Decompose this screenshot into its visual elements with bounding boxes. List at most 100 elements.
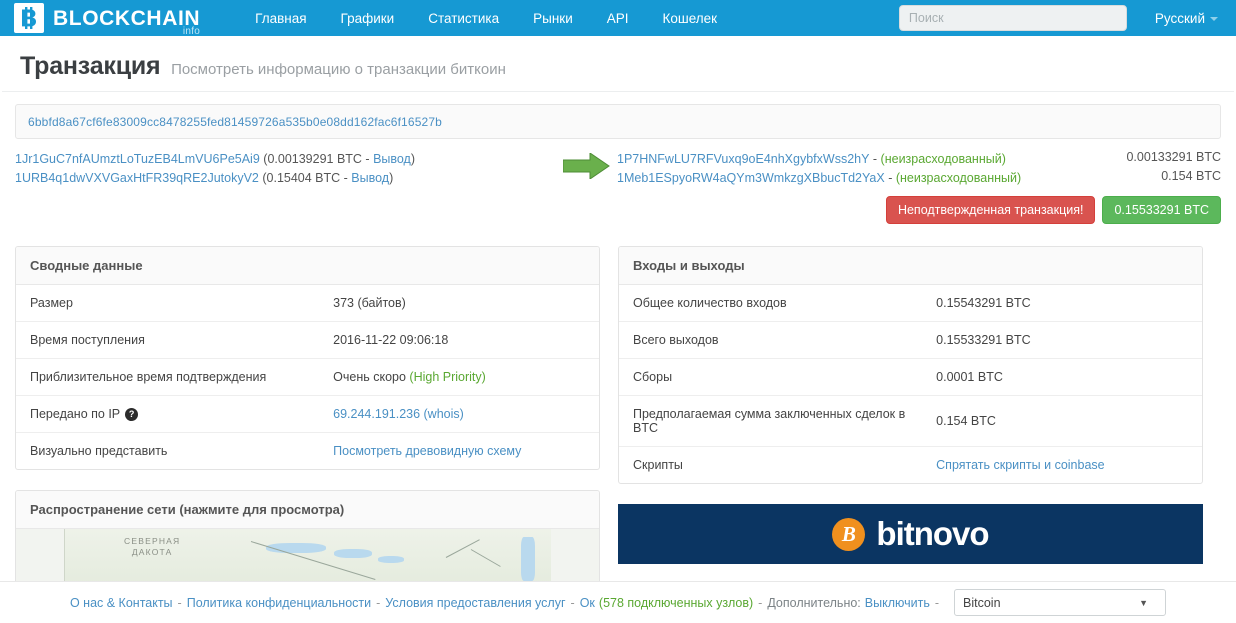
row-value: 373 (байтов) <box>319 285 599 322</box>
table-row: Размер 373 (байтов) <box>16 285 599 322</box>
bitcoin-logo-icon <box>14 3 44 33</box>
summary-panel-title: Сводные данные <box>16 247 599 285</box>
footer-privacy-link[interactable]: Политика конфиденциальности <box>187 596 371 610</box>
search-input[interactable] <box>898 5 1127 31</box>
language-label: Русский <box>1154 10 1205 26</box>
network-map-title: Распространение сети (нажмите для просмо… <box>16 491 599 530</box>
input-amount: 0.00139291 BTC <box>267 152 362 166</box>
nav-item-charts[interactable]: Графики <box>324 11 412 26</box>
output-amount: 0.154 BTC <box>1161 169 1221 183</box>
nav-links: Главная Графики Статистика Рынки API Кош… <box>238 11 734 26</box>
nav-item-markets[interactable]: Рынки <box>516 11 590 26</box>
output-row: 1Meb1ESpyoRW4aQYm3WmkzgXBbucTd2YaX - (не… <box>617 169 1221 188</box>
brand-subtitle: info <box>182 25 201 37</box>
table-row: Приблизительное время подтверждения Очен… <box>16 358 599 396</box>
row-label: Размер <box>16 285 320 322</box>
footer-separator: - <box>177 595 182 610</box>
table-row: Предполагаемая сумма заключенных сделок … <box>619 395 1202 447</box>
row-label: Визуально представить <box>30 444 168 459</box>
table-row: Общее количество входов 0.15543291 BTC <box>619 285 1202 322</box>
left-column: Сводные данные Размер 373 (байтов) Время… <box>15 246 600 591</box>
input-action-link[interactable]: Вывод <box>351 171 389 185</box>
toggle-scripts-link[interactable]: Спрятать скрипты и coinbase <box>936 458 1104 472</box>
input-row: 1Jr1GuC7nfAUmztLoTuzEB4LmVU6Pe5Ai9 (0.00… <box>15 150 555 169</box>
nav-item-wallet[interactable]: Кошелек <box>646 11 735 26</box>
row-value: Посмотреть древовидную схему <box>319 433 599 469</box>
row-value: Очень скоро (High Priority) <box>319 358 599 396</box>
inputs-outputs-panel: Входы и выходы Общее количество входов 0… <box>618 246 1203 484</box>
map-water-body <box>521 537 535 582</box>
row-label: Передано по IP? <box>16 395 320 434</box>
input-address-link[interactable]: 1URB4q1dwVXVGaxHtFR39qRE2JutokyV2 <box>15 169 259 188</box>
ad-brand-name: bitnovo <box>876 515 989 552</box>
output-amount: 0.00133291 BTC <box>1126 150 1221 164</box>
unconfirmed-transaction-badge[interactable]: Неподтвержденная транзакция! <box>885 196 1096 224</box>
row-label: Сборы <box>619 358 923 396</box>
connected-nodes-count: (578 подключенных узлов) <box>598 595 754 610</box>
output-address-link[interactable]: 1P7HNFwLU7RFVuxq9oE4nhXgybfxWss2hY <box>617 150 869 169</box>
bitcoin-coin-icon: B <box>832 517 866 551</box>
table-row: Скрипты Спрятать скрипты и coinbase <box>619 447 1202 484</box>
right-column: Входы и выходы Общее количество входов 0… <box>618 246 1203 590</box>
brand-name: BLOCKCHAIN <box>53 6 201 30</box>
transaction-hash-bar: 6bbfd8a67cf6fe83009cc8478255fed81459726a… <box>15 104 1221 139</box>
footer-terms-link[interactable]: Условия предоставления услуг <box>385 596 565 610</box>
map-water-body <box>334 549 372 559</box>
flow-arrow <box>555 148 617 220</box>
page-title: Транзакция <box>20 52 161 80</box>
output-meta: - (неизрасходованный) <box>869 152 1006 166</box>
relayed-by-label: Передано по IP <box>30 407 121 421</box>
page-subtitle: Посмотреть информацию о транзакции битко… <box>171 61 506 78</box>
currency-select[interactable]: Bitcoin <box>954 589 1167 616</box>
input-address-link[interactable]: 1Jr1GuC7nfAUmztLoTuzEB4LmVU6Pe5Ai9 <box>15 150 260 169</box>
input-amount: 0.15404 BTC <box>266 171 341 185</box>
language-selector[interactable]: Русский <box>1155 11 1218 26</box>
chevron-down-icon <box>1210 16 1218 21</box>
detail-panels: Сводные данные Размер 373 (байтов) Время… <box>15 246 1221 591</box>
nav-item-api[interactable]: API <box>590 11 646 26</box>
input-meta: (0.00139291 BTC - Вывод) <box>259 152 416 166</box>
summary-panel: Сводные данные Размер 373 (байтов) Время… <box>15 246 600 471</box>
row-value: 69.244.191.236 (whois) <box>319 395 599 434</box>
output-status: (неизрасходованный) <box>880 152 1006 166</box>
green-arrow-right-icon <box>562 153 610 179</box>
footer-more-label: Дополнительно: <box>767 595 861 610</box>
row-value: 0.0001 BTC <box>922 358 1202 396</box>
confirmation-time-text: Очень скоро <box>333 370 410 384</box>
tree-chart-link[interactable]: Посмотреть древовидную схему <box>333 444 521 458</box>
inputs-list: 1Jr1GuC7nfAUmztLoTuzEB4LmVU6Pe5Ai9 (0.00… <box>15 148 555 220</box>
output-address-link[interactable]: 1Meb1ESpyoRW4aQYm3WmkzgXBbucTd2YaX <box>617 169 885 188</box>
nav-item-stats[interactable]: Статистика <box>411 11 516 26</box>
row-label: Приблизительное время подтверждения <box>16 358 320 396</box>
map-water-body <box>378 556 404 564</box>
navbar-right: Русский <box>898 5 1222 31</box>
output-status: (неизрасходованный) <box>895 171 1022 185</box>
map-region-line2: ДАКОТА <box>131 547 173 558</box>
total-amount-badge[interactable]: 0.15533291 BTC <box>1102 196 1221 224</box>
footer-separator: - <box>758 595 763 610</box>
table-row: Сборы 0.0001 BTC <box>619 358 1202 396</box>
inputs-outputs-row: 1Jr1GuC7nfAUmztLoTuzEB4LmVU6Pe5Ai9 (0.00… <box>15 148 1221 224</box>
row-value: 0.15543291 BTC <box>922 285 1202 322</box>
relay-ip-link[interactable]: 69.244.191.236 (whois) <box>333 407 464 421</box>
footer-about-link[interactable]: О нас & Контакты <box>70 596 173 610</box>
table-row: Передано по IP? 69.244.191.236 (whois) <box>16 395 599 434</box>
footer-separator: - <box>934 595 940 610</box>
outputs-list: 1P7HNFwLU7RFVuxq9oE4nhXgybfxWss2hY - (не… <box>617 148 1221 224</box>
row-value: Спрятать скрипты и coinbase <box>922 447 1202 484</box>
brand-logo-link[interactable]: BLOCKCHAIN info <box>14 3 201 36</box>
nav-item-home[interactable]: Главная <box>238 11 323 26</box>
footer-disable-link[interactable]: Выключить <box>865 596 930 610</box>
advertisement-banner[interactable]: B bitnovo <box>618 504 1203 564</box>
input-action-link[interactable]: Вывод <box>373 152 411 166</box>
network-map-panel: Распространение сети (нажмите для просмо… <box>15 490 600 591</box>
output-meta: - (неизрасходованный) <box>884 171 1022 185</box>
transaction-hash-link[interactable]: 6bbfd8a67cf6fe83009cc8478255fed81459726a… <box>28 115 442 129</box>
row-label: Всего выходов <box>619 321 923 359</box>
input-row: 1URB4q1dwVXVGaxHtFR39qRE2JutokyV2 (0.154… <box>15 169 555 188</box>
table-row: Всего выходов 0.15533291 BTC <box>619 321 1202 359</box>
help-icon[interactable]: ? <box>125 408 139 422</box>
row-value: 2016-11-22 09:06:18 <box>319 321 599 359</box>
row-label: Общее количество входов <box>619 285 923 322</box>
footer-ok-link[interactable]: Ок <box>580 596 595 610</box>
